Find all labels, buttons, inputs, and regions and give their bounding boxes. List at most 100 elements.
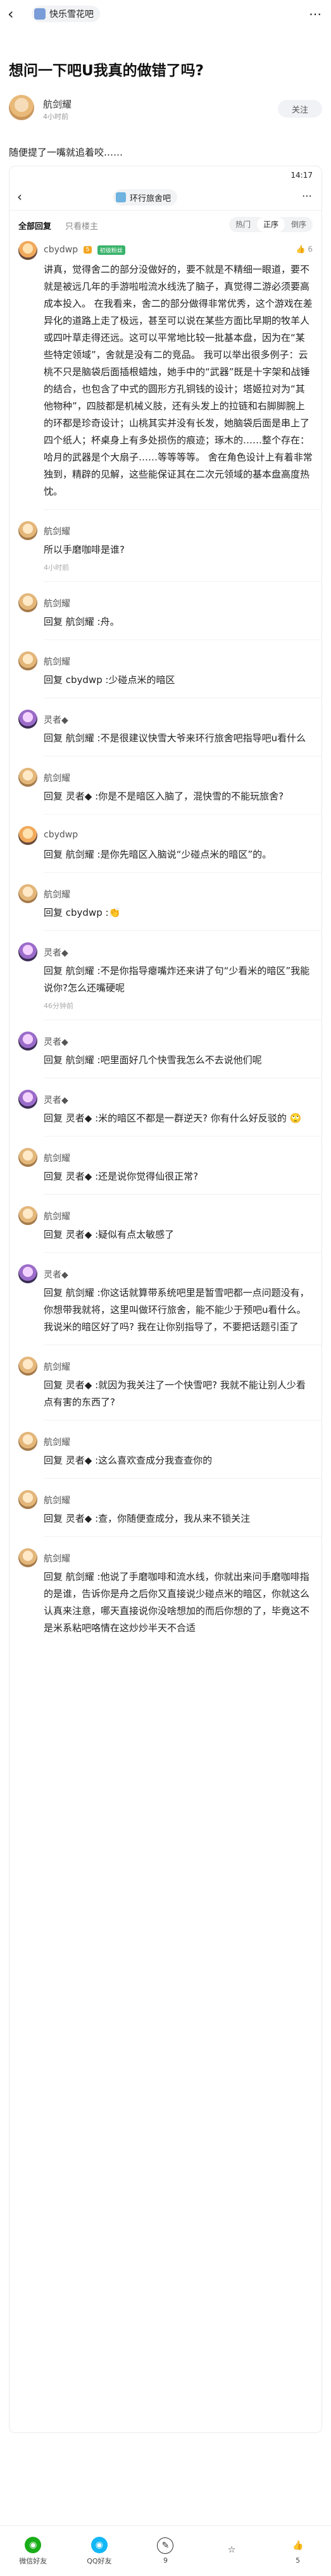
reply-name[interactable]: 灵者◆ [44,1035,68,1048]
reply-avatar[interactable] [18,1090,37,1109]
star-icon: ☆ [223,2541,240,2558]
status-time: 14:17 [290,171,313,180]
bottom-dock: ◉ 微信好友 ◉ QQ好友 ✎ 9 ☆ 👍 5 [0,2525,331,2576]
dock-label: 5 [296,2556,301,2565]
more-icon[interactable]: ⋯ [309,6,322,22]
inner-forum-pill[interactable]: 环行旅舍吧 [113,189,178,206]
reply-name[interactable]: 航剑耀 [44,655,70,668]
reply-text: 回复 灵者◆ :就因为我关注了一个快雪吧? 我就不能让别人少看点有害的东西了? [44,1379,306,1408]
sort-option[interactable]: 热门 [229,217,257,232]
author-name[interactable]: 航剑耀 [43,97,72,111]
like-count[interactable]: 👍 6 [296,245,313,254]
like-number: 6 [308,245,313,254]
reply-name[interactable]: cbydwp 5 初级粉丝 [44,245,125,255]
reply-avatar[interactable] [18,1264,37,1283]
reply-name[interactable]: 航剑耀 [44,1152,70,1164]
reply-head: 航剑耀 [18,882,313,904]
reply-avatar[interactable] [18,768,37,787]
reply-name-text: 航剑耀 [44,1212,70,1222]
forum-pill[interactable]: 快乐雪花吧 [32,6,100,22]
back-icon[interactable]: ‹ [8,5,14,23]
reply-name[interactable]: 灵者◆ [44,1094,68,1106]
reply-name[interactable]: 灵者◆ [44,946,68,959]
reply-avatar[interactable] [18,942,37,961]
sort-option[interactable]: 倒序 [285,217,313,232]
reply-name[interactable]: 航剑耀 [44,525,70,538]
divider [44,1194,322,1195]
top-bar: ‹ 快乐雪花吧 ⋯ [0,0,331,28]
dock-item[interactable]: ✎ 9 [132,2526,199,2576]
follow-button[interactable]: 关注 [278,100,322,118]
inner-back-icon[interactable]: ‹ [17,189,22,204]
divider [44,509,322,510]
reply-head: 航剑耀 [18,1488,313,1510]
divider [44,872,322,873]
reply-item: 灵者◆ 回复 航剑耀 :你这话就算带系统吧里是暂雪吧都一点问题没有，你想带我就将，… [9,1262,322,1336]
reply-head: 航剑耀 [18,765,313,788]
reply-head: 灵者◆ [18,707,313,730]
filter-all[interactable]: 全部回复 [18,219,51,231]
dock-label: QQ好友 [87,2556,112,2565]
reply-name[interactable]: 航剑耀 [44,597,70,610]
reply-name[interactable]: 航剑耀 [44,1436,70,1448]
fan-badge: 初级粉丝 [97,245,125,255]
reply-text: 回复 航剑耀 :不是你指导瘪嘴炸还来讲了句“少看米的暗区”我能说你?怎么还嘴硬呢 [44,965,310,994]
reply-avatar[interactable] [18,1357,37,1376]
dock-item[interactable]: ◉ QQ好友 [66,2526,133,2576]
dock-item[interactable]: 👍 5 [265,2526,331,2576]
reply-name[interactable]: 航剑耀 [44,888,70,901]
reply-name-text: 灵者◆ [44,1037,68,1047]
reply-avatar[interactable] [18,1490,37,1509]
inner-nav: ‹ 环行旅舍吧 ⋯ [9,184,322,211]
divider [44,814,322,815]
reply-name[interactable]: 航剑耀 [44,1210,70,1223]
reply-avatar[interactable] [18,521,37,540]
reply-name[interactable]: 航剑耀 [44,772,70,784]
reply-avatar[interactable] [18,826,37,845]
reply-name[interactable]: 灵者◆ [44,713,68,726]
reply-avatar[interactable] [18,241,37,260]
reply-head: 航剑耀 [18,1429,313,1452]
reply-name-text: 航剑耀 [44,1496,70,1506]
author-row: 航剑耀 4小时前 关注 [9,95,322,126]
reply-avatar[interactable] [18,651,37,670]
reply-text: 回复 灵者◆ :这么喜欢查成分我查查你的 [44,1455,213,1466]
reply-avatar[interactable] [18,593,37,612]
reply-name[interactable]: 航剑耀 [44,1360,70,1373]
reply-text: 回复 灵者◆ :查，你随便查成分，我从来不锁关注 [44,1513,251,1524]
divider [44,639,322,640]
forum-name: 快乐雪花吧 [49,9,94,20]
reply-avatar[interactable] [18,1432,37,1451]
reply-text: 回复 cbydwp :👏 [44,907,121,918]
reply-text: 回复 灵者◆ :米的暗区不都是一群逆天? 你有什么好反驳的 🙄 [44,1112,302,1124]
reply-avatar[interactable] [18,1548,37,1567]
sub-reply-item: 航剑耀 回复 灵者◆ :还是说你觉得仙很正常? [9,1145,322,1185]
reply-name[interactable]: cbydwp [44,830,78,840]
reply-name[interactable]: 灵者◆ [44,1268,68,1281]
dock-item[interactable]: ☆ [199,2526,265,2576]
reply-name[interactable]: 航剑耀 [44,1494,70,1507]
reply-avatar[interactable] [18,1032,37,1051]
inner-more-icon[interactable]: ⋯ [302,190,313,202]
reply-name[interactable]: 航剑耀 [44,1552,70,1565]
reply-item: 航剑耀 所以手磨咖啡是谁? 4小时前 [9,519,322,572]
divider [44,1536,322,1537]
reply-avatar[interactable] [18,1148,37,1167]
reply-time: 46分钟前 [44,1002,73,1010]
sort-option[interactable]: 正序 [256,217,285,232]
reply-avatar[interactable] [18,1206,37,1225]
sub-reply-item: 航剑耀 回复 航剑耀 :他说了手磨咖啡和流水线，你就出来问手磨咖啡指的是谁，告诉你… [9,1546,322,1637]
reply-text: 回复 航剑耀 :舟。 [44,616,120,627]
filter-host[interactable]: 只看楼主 [65,219,98,231]
reply-avatar[interactable] [18,710,37,729]
author-avatar[interactable] [9,95,34,120]
dock-label: 9 [163,2556,168,2565]
thumb-icon: 👍 [296,245,306,254]
forum-icon [34,8,46,20]
reply-avatar[interactable] [18,884,37,903]
sub-reply-item: cbydwp 回复 航剑耀 :是你先暗区入脑说“少碰点米的暗区”的。 [9,823,322,863]
dock-label: 微信好友 [19,2556,47,2565]
reply-item: 灵者◆ 回复 航剑耀 :不是很建议快雪大爷来环行旅舍吧指导吧u看什么 [9,707,322,747]
reply-text: 回复 航剑耀 :不是很建议快雪大爷来环行旅舍吧指导吧u看什么 [44,732,306,744]
dock-item[interactable]: ◉ 微信好友 [0,2526,66,2576]
